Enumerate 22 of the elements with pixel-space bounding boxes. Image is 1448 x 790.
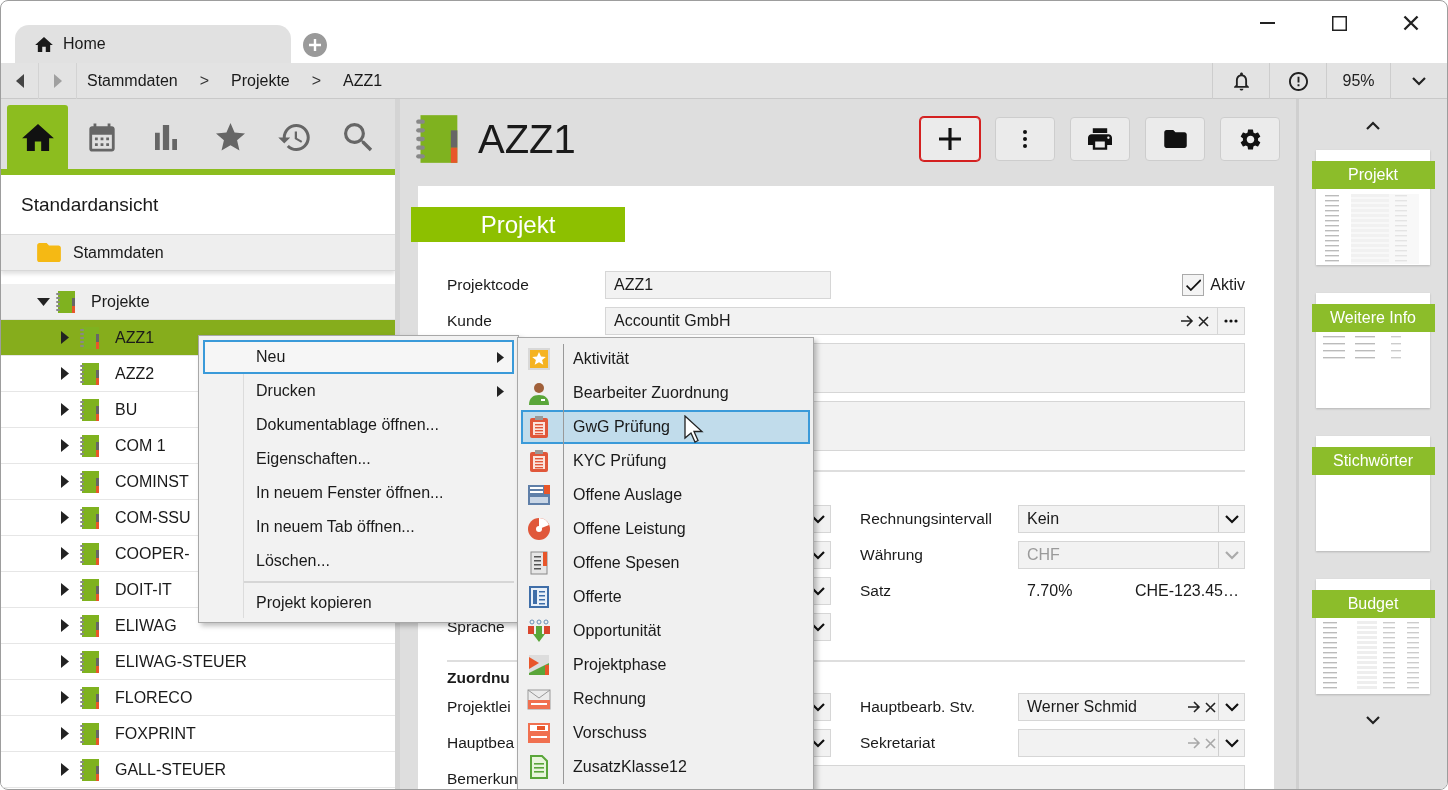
field-label: Projektlei <box>447 698 511 716</box>
thumbnail-label: Stichwörter <box>1311 447 1435 475</box>
field-label: Sekretariat <box>860 734 935 752</box>
field-label: Kunde <box>447 311 492 331</box>
field-label: Hauptbea <box>447 734 515 752</box>
breadcrumb-separator: > <box>199 71 210 90</box>
field-label: Währung <box>860 546 923 564</box>
field-label: Projektcode <box>447 276 529 294</box>
section-ribbon: Projekt <box>411 207 625 242</box>
field-label: Rechnungsintervall <box>860 510 992 528</box>
record-title: AZZ1 <box>478 116 576 162</box>
field-label: Hauptbearb. Stv. <box>860 698 976 716</box>
thumbnail-label: Weitere Info <box>1311 304 1435 332</box>
field-label: Sprache <box>447 618 505 636</box>
thumbnail-label: Budget <box>1311 590 1435 618</box>
thumbnail-label: Projekt <box>1311 161 1435 189</box>
field-value: 7.70% <box>1026 582 1073 600</box>
field-value: CHE-123.45… <box>1133 582 1239 600</box>
field-label: Bemerkun <box>447 769 518 789</box>
section-heading: Zuordnu <box>447 669 510 687</box>
breadcrumb-separator: > <box>311 71 322 90</box>
field-label: Satz <box>860 582 891 600</box>
